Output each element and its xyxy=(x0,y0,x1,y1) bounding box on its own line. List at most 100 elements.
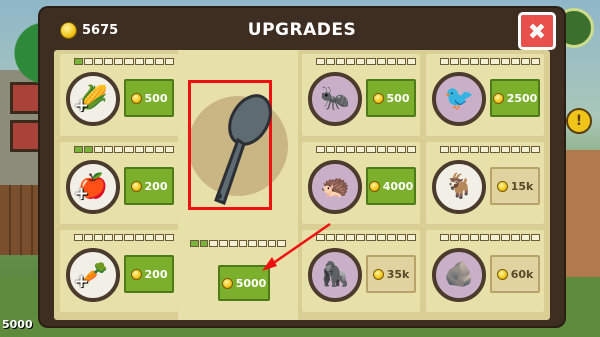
fence xyxy=(0,185,45,255)
price-label: 500 xyxy=(386,91,410,105)
level-segment xyxy=(134,234,144,241)
buy-button[interactable]: 15k xyxy=(490,167,540,205)
coin-icon xyxy=(368,180,380,192)
level-bar xyxy=(74,234,174,241)
upgrade-icon: 🥕 + xyxy=(66,248,120,302)
level-segment xyxy=(336,58,346,65)
level-segment xyxy=(316,58,326,65)
level-segment xyxy=(74,146,84,153)
price-label: 500 xyxy=(144,91,168,105)
buy-button[interactable]: 500 xyxy=(366,79,416,117)
upgrade-glyph: 🦍 xyxy=(320,260,350,288)
plus-icon: + xyxy=(74,271,90,292)
level-segment xyxy=(336,146,346,153)
plus-icon: + xyxy=(74,95,90,116)
buy-button[interactable]: 200 xyxy=(124,167,174,205)
level-segment xyxy=(470,234,480,241)
featured-buy-button[interactable]: 5000 xyxy=(218,265,270,301)
level-segment xyxy=(356,58,366,65)
featured-price: 5000 xyxy=(235,276,267,290)
level-segment xyxy=(84,234,94,241)
coin-icon xyxy=(130,92,142,104)
upgrade-cell: 🐐 15k xyxy=(426,142,544,224)
warning-icon[interactable]: ! xyxy=(566,108,592,134)
panel-title: UPGRADES xyxy=(247,20,357,40)
level-segment xyxy=(440,146,450,153)
upgrade-glyph: 🦔 xyxy=(320,172,350,200)
coin-icon xyxy=(372,268,384,280)
level-bar xyxy=(74,146,174,153)
buy-button[interactable]: 500 xyxy=(124,79,174,117)
level-segment xyxy=(406,234,416,241)
level-segment xyxy=(356,146,366,153)
level-segment xyxy=(490,234,500,241)
level-segment xyxy=(144,146,154,153)
level-segment xyxy=(520,146,530,153)
level-segment xyxy=(144,234,154,241)
upgrades-panel: 5675 UPGRADES ✖ 🌽 + 500 🍎 + 200 🥕 + 200 🐜 500 🦔 4000… xyxy=(40,8,564,326)
level-segment xyxy=(440,58,450,65)
upgrade-icon: 🐜 xyxy=(308,72,362,126)
level-segment xyxy=(386,234,396,241)
price-label: 4000 xyxy=(382,179,414,193)
coin-icon xyxy=(492,92,504,104)
level-segment xyxy=(440,234,450,241)
buy-button[interactable]: 4000 xyxy=(366,167,416,205)
level-segment xyxy=(114,58,124,65)
level-bar xyxy=(440,58,540,65)
level-segment xyxy=(406,58,416,65)
upgrade-icon: 🌽 + xyxy=(66,72,120,126)
upgrade-cell: 🍎 + 200 xyxy=(60,142,178,224)
price-label: 15k xyxy=(510,179,534,193)
upgrade-glyph: 🐜 xyxy=(320,84,350,112)
level-segment xyxy=(386,58,396,65)
level-segment xyxy=(124,234,134,241)
buy-button[interactable]: 2500 xyxy=(490,79,540,117)
level-segment xyxy=(450,58,460,65)
level-segment xyxy=(164,58,174,65)
level-segment xyxy=(470,146,480,153)
level-segment xyxy=(346,146,356,153)
level-segment xyxy=(386,146,396,153)
level-segment xyxy=(530,146,540,153)
level-segment xyxy=(154,146,164,153)
level-segment xyxy=(134,58,144,65)
level-segment xyxy=(94,234,104,241)
upgrade-cell: 🥕 + 200 xyxy=(60,230,178,312)
level-bar xyxy=(316,146,416,153)
buy-button[interactable]: 35k xyxy=(366,255,416,293)
level-bar xyxy=(316,234,416,241)
coin-icon xyxy=(372,92,384,104)
level-segment xyxy=(94,58,104,65)
level-segment xyxy=(74,234,84,241)
level-segment xyxy=(366,146,376,153)
level-segment xyxy=(460,58,470,65)
level-segment xyxy=(356,234,366,241)
level-segment xyxy=(74,58,84,65)
upgrade-cell: 🦍 35k xyxy=(302,230,420,312)
level-segment xyxy=(490,58,500,65)
level-segment xyxy=(124,146,134,153)
upgrade-icon: 🍎 + xyxy=(66,160,120,214)
level-segment xyxy=(510,146,520,153)
buy-button[interactable]: 200 xyxy=(124,255,174,293)
level-segment xyxy=(470,58,480,65)
upgrade-glyph: 🐦 xyxy=(444,84,474,112)
upgrade-icon: 🪨 xyxy=(432,248,486,302)
level-segment xyxy=(366,234,376,241)
buy-button[interactable]: 60k xyxy=(490,255,540,293)
level-segment xyxy=(326,234,336,241)
coin-icon xyxy=(496,268,508,280)
upgrade-glyph: 🪨 xyxy=(444,260,474,288)
level-segment xyxy=(346,234,356,241)
level-segment xyxy=(480,146,490,153)
level-segment xyxy=(406,146,416,153)
level-segment xyxy=(154,234,164,241)
level-segment xyxy=(490,146,500,153)
level-segment xyxy=(396,146,406,153)
level-segment xyxy=(500,146,510,153)
level-segment xyxy=(134,146,144,153)
level-segment xyxy=(480,234,490,241)
level-segment xyxy=(366,58,376,65)
close-button[interactable]: ✖ xyxy=(518,12,556,50)
